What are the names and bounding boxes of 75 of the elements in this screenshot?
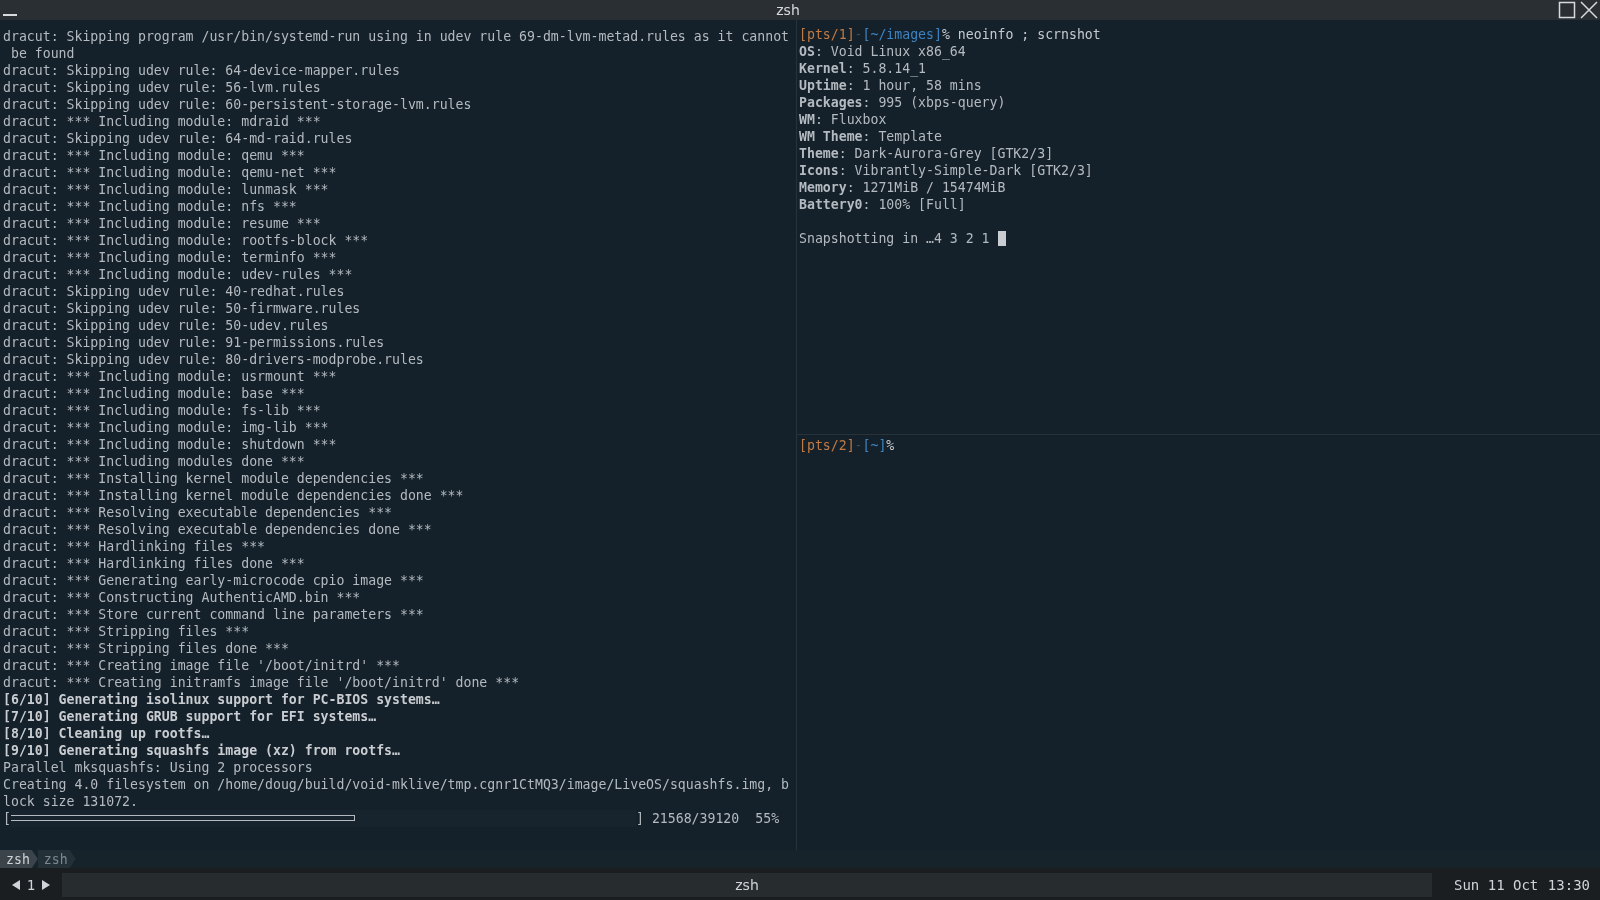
- terminal-line: dracut: Skipping udev rule: 80-drivers-modprobe.rules: [3, 351, 425, 368]
- countdown-text: Snapshotting in …4 3 2 1: [799, 231, 990, 246]
- terminal-line: dracut: *** Hardlinking files ***: [3, 538, 266, 555]
- terminal-line: dracut: *** Including module: shutdown ***: [3, 436, 338, 453]
- terminal-line: dracut: *** Including module: mdraid ***: [3, 113, 322, 130]
- terminal-line: dracut: Skipping udev rule: 40-redhat.rules: [3, 283, 346, 300]
- terminal-line: dracut: *** Including module: nfs ***: [3, 198, 298, 215]
- terminal-line: dracut: *** Hardlinking files done ***: [3, 555, 306, 572]
- terminal-line: dracut: *** Installing kernel module dependencies ***: [3, 470, 425, 487]
- tmux-tab[interactable]: zsh: [37, 850, 76, 868]
- info-line: Battery0: 100% [Full]: [799, 196, 967, 213]
- progress-percent: 55%: [755, 810, 780, 827]
- info-line: Kernel: 5.8.14_1: [799, 60, 928, 77]
- tmux-tab[interactable]: zsh: [0, 850, 38, 868]
- terminal-line: dracut: *** Generating early-microcode cpio image ***: [3, 572, 425, 589]
- terminal-line: dracut: Skipping udev rule: 64-device-mapper.rules: [3, 62, 401, 79]
- terminal-line: dracut: Skipping udev rule: 64-md-raid.rules: [3, 130, 354, 147]
- terminal-line: lock size 131072.: [3, 793, 139, 810]
- terminal-line: dracut: Skipping udev rule: 50-udev.rules: [3, 317, 330, 334]
- info-line: Memory: 1271MiB / 15474MiB: [799, 179, 1007, 196]
- clock-time: 13:30: [1547, 877, 1590, 893]
- workspace-number: 1: [26, 877, 36, 893]
- info-line: OS: Void Linux x86_64: [799, 43, 967, 60]
- next-icon[interactable]: [41, 880, 51, 890]
- bracket: ]: [635, 810, 644, 827]
- info-line: WM: Fluxbox: [799, 111, 888, 128]
- terminal-line: dracut: Skipping udev rule: 60-persistent-storage-lvm.rules: [3, 96, 473, 113]
- terminal-line: [6/10] Generating isolinux support for PC-BIOS systems…: [3, 691, 441, 708]
- info-line: Theme: Dark-Aurora-Grey [GTK2/3]: [799, 145, 1055, 162]
- info-line: Icons: Vibrantly-Simple-Dark [GTK2/3]: [799, 162, 1094, 179]
- terminal-line: dracut: *** Including module: fs-lib ***: [3, 402, 322, 419]
- info-line: Packages: 995 (xbps-query): [799, 94, 1007, 111]
- terminal-line: dracut: *** Including module: usrmount ***: [3, 368, 338, 385]
- terminal-line: dracut: *** Stripping files done ***: [3, 640, 290, 657]
- terminal-line: dracut: *** Store current command line parameters ***: [3, 606, 425, 623]
- terminal-line: dracut: *** Including module: base ***: [3, 385, 306, 402]
- terminal-line: dracut: *** Including module: qemu-net ***: [3, 164, 338, 181]
- progress-count: 21568/39120: [651, 810, 740, 827]
- terminal-line: dracut: *** Including module: rootfs-block ***: [3, 232, 370, 249]
- terminal-line: dracut: *** Creating initramfs image file '/boot/initrd' done ***: [3, 674, 521, 691]
- shell-prompt: [pts/2]-[~]%: [799, 437, 896, 454]
- terminal-line: dracut: Skipping udev rule: 56-lvm.rules: [3, 79, 322, 96]
- terminal-line: dracut: *** Stripping files ***: [3, 623, 251, 640]
- shell-prompt: [pts/1]-[~/images]% neoinfo ; scrnshot: [799, 26, 1102, 43]
- previous-icon[interactable]: [11, 880, 21, 890]
- info-line: Uptime: 1 hour, 58 mins: [799, 77, 983, 94]
- terminal-line: be found: [9, 45, 76, 62]
- close-icon[interactable]: [1580, 1, 1598, 19]
- terminal-line: [9/10] Generating squashfs image (xz) from rootfs…: [3, 742, 401, 759]
- terminal-line: dracut: *** Including modules done ***: [3, 453, 306, 470]
- window-title: zsh: [775, 2, 801, 18]
- terminal-line: dracut: *** Including module: lunmask ***: [3, 181, 330, 198]
- terminal-line: dracut: *** Constructing AuthenticAMD.bin ***: [3, 589, 362, 606]
- terminal-line: dracut: *** Including module: udev-rules ***: [3, 266, 354, 283]
- terminal-line: dracut: *** Resolving executable dependencies done ***: [3, 521, 433, 538]
- terminal-line: dracut: *** Including module: qemu ***: [3, 147, 306, 164]
- terminal-line: Creating 4.0 filesystem on /home/doug/build/void-mklive/tmp.cgnr1CtMQ3/image/LiveOS/squashfs.img, b: [3, 776, 790, 793]
- terminal-line: dracut: Skipping program /usr/bin/systemd-run using in udev rule 69-dm-lvm-metad.rules as it cannot: [3, 28, 790, 45]
- terminal-line: [8/10] Cleaning up rootfs…: [3, 725, 211, 742]
- bracket: [: [3, 810, 11, 827]
- terminal-line: [7/10] Generating GRUB support for EFI systems…: [3, 708, 378, 725]
- terminal-line: dracut: *** Including module: img-lib ***: [3, 419, 330, 436]
- clock-date: Sun 11 Oct: [1454, 877, 1539, 893]
- terminal-line: dracut: *** Including module: terminfo ***: [3, 249, 338, 266]
- taskbar-window[interactable]: zsh: [62, 873, 1432, 897]
- terminal-line: dracut: *** Including module: resume ***: [3, 215, 322, 232]
- terminal-line: dracut: *** Resolving executable dependencies ***: [3, 504, 394, 521]
- maximize-icon[interactable]: [1558, 1, 1576, 19]
- info-line: WM Theme: Template: [799, 128, 943, 145]
- terminal-line: dracut: Skipping udev rule: 50-firmware.rules: [3, 300, 362, 317]
- terminal-line: dracut: *** Creating image file '/boot/initrd' ***: [3, 657, 401, 674]
- terminal-line: Parallel mksquashfs: Using 2 processors: [3, 759, 314, 776]
- cursor: [997, 231, 1006, 246]
- terminal-line: dracut: Skipping udev rule: 91-permissions.rules: [3, 334, 386, 351]
- terminal-line: dracut: *** Installing kernel module dependencies done ***: [3, 487, 465, 504]
